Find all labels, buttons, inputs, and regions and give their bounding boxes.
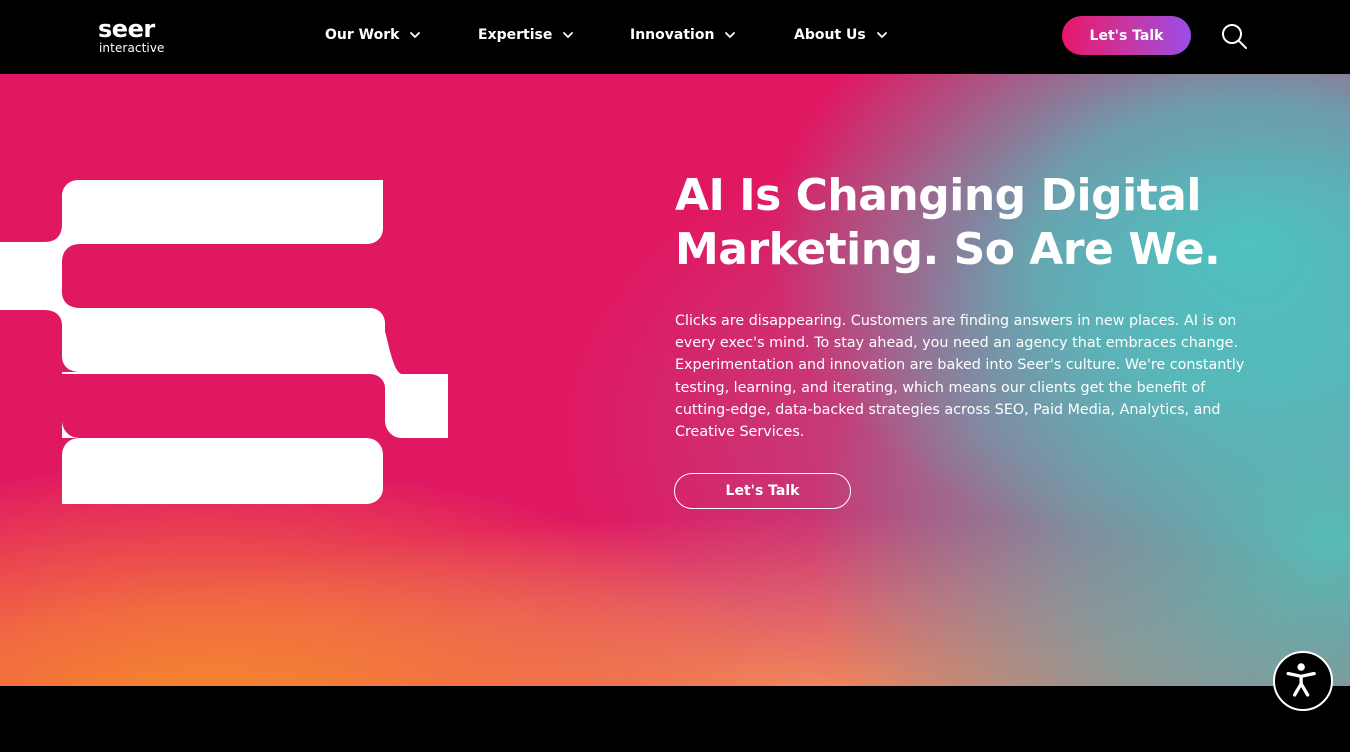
nav-item-label: Innovation <box>630 27 715 43</box>
hero-section: AI Is Changing Digital Marketing. So Are… <box>0 74 1350 686</box>
hero-headline: AI Is Changing Digital Marketing. So Are… <box>675 169 1295 277</box>
logo-wordmark: seer <box>98 15 155 43</box>
nav-item-expertise[interactable]: Expertise <box>478 23 574 47</box>
chevron-down-icon <box>725 32 736 38</box>
nav-item-label: About Us <box>794 27 866 43</box>
footer-strip <box>0 686 1350 752</box>
chevron-down-icon <box>410 32 421 38</box>
chevron-down-icon <box>563 32 574 38</box>
hero-headline-line1: AI Is Changing Digital <box>675 170 1201 221</box>
nav-item-label: Expertise <box>478 27 553 43</box>
chevron-down-icon <box>876 32 887 38</box>
accessibility-button[interactable] <box>1273 651 1333 711</box>
lets-talk-header-button[interactable]: Let's Talk <box>1062 16 1191 55</box>
nav-item-label: Our Work <box>325 27 400 43</box>
nav-item-our-work[interactable]: Our Work <box>325 23 421 47</box>
hero-description: Clicks are disappearing. Customers are f… <box>675 313 1245 441</box>
nav-item-innovation[interactable]: Innovation <box>630 23 736 47</box>
logo-subtitle: interactive <box>99 41 165 55</box>
site-header: seer interactive Our Work Expertise Inno… <box>0 0 1350 74</box>
hero-headline-line2: Marketing. So Are We. <box>675 224 1221 275</box>
search-icon[interactable] <box>1220 22 1248 50</box>
site-logo[interactable]: seer interactive <box>98 15 168 59</box>
lets-talk-hero-button[interactable]: Let's Talk <box>674 473 851 509</box>
nav-item-about-us[interactable]: About Us <box>794 23 888 47</box>
seer-emblem-icon <box>0 180 448 504</box>
accessibility-icon <box>1286 663 1316 697</box>
